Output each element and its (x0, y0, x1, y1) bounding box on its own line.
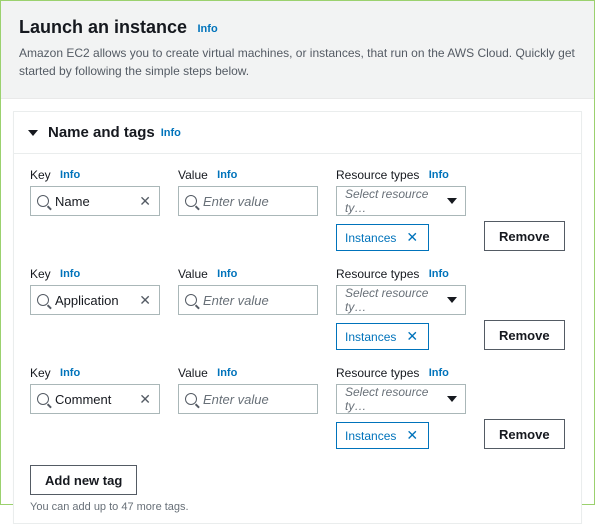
chevron-down-icon (447, 198, 457, 204)
key-label: Key Info (30, 366, 160, 380)
tags-hint: You can add up to 47 more tags. (30, 501, 565, 513)
key-input[interactable] (55, 194, 137, 209)
resource-type-chip[interactable]: Instances ✕ (336, 323, 429, 350)
key-input-wrap[interactable]: ✕ (30, 186, 160, 216)
key-label: Key Info (30, 168, 160, 182)
resource-types-select[interactable]: Select resource ty… (336, 186, 466, 216)
value-info-link[interactable]: Info (217, 268, 237, 280)
resource-types-select[interactable]: Select resource ty… (336, 384, 466, 414)
search-icon (37, 195, 49, 207)
clear-icon[interactable]: ✕ (137, 292, 153, 309)
chip-remove-icon[interactable]: ✕ (404, 229, 420, 246)
value-input[interactable] (203, 293, 311, 308)
key-input[interactable] (55, 392, 137, 407)
key-info-link[interactable]: Info (60, 268, 80, 280)
value-input[interactable] (203, 194, 311, 209)
search-icon (185, 294, 197, 306)
value-input[interactable] (203, 392, 311, 407)
tag-row: Key Info ✕ Value Info (30, 267, 565, 350)
value-label: Value Info (178, 366, 318, 380)
key-input[interactable] (55, 293, 137, 308)
panel-body: Key Info ✕ Value Info (14, 154, 581, 523)
page-title: Launch an instance (19, 17, 187, 37)
rt-info-link[interactable]: Info (429, 367, 449, 379)
value-label: Value Info (178, 168, 318, 182)
value-info-link[interactable]: Info (217, 169, 237, 181)
remove-button[interactable]: Remove (484, 419, 565, 449)
resource-types-label: Resource types Info (336, 267, 466, 281)
resource-types-label: Resource types Info (336, 168, 466, 182)
value-input-wrap[interactable] (178, 186, 318, 216)
resource-types-select[interactable]: Select resource ty… (336, 285, 466, 315)
tag-row: Key Info ✕ Value Info (30, 366, 565, 449)
name-and-tags-panel: Name and tags Info Key Info ✕ Value Info (13, 111, 582, 524)
resource-type-chip[interactable]: Instances ✕ (336, 224, 429, 251)
key-input-wrap[interactable]: ✕ (30, 285, 160, 315)
panel-info-link[interactable]: Info (161, 127, 181, 139)
key-info-link[interactable]: Info (60, 367, 80, 379)
header-info-link[interactable]: Info (198, 23, 218, 35)
key-input-wrap[interactable]: ✕ (30, 384, 160, 414)
add-new-tag-button[interactable]: Add new tag (30, 465, 137, 495)
search-icon (185, 195, 197, 207)
chevron-down-icon (447, 297, 457, 303)
search-icon (37, 393, 49, 405)
panel-header[interactable]: Name and tags Info (14, 112, 581, 154)
chip-remove-icon[interactable]: ✕ (404, 427, 420, 444)
tag-row: Key Info ✕ Value Info (30, 168, 565, 251)
rt-info-link[interactable]: Info (429, 169, 449, 181)
key-label: Key Info (30, 267, 160, 281)
page-header: Launch an instance Info Amazon EC2 allow… (1, 1, 594, 99)
chevron-down-icon (447, 396, 457, 402)
key-info-link[interactable]: Info (60, 169, 80, 181)
clear-icon[interactable]: ✕ (137, 391, 153, 408)
chip-remove-icon[interactable]: ✕ (404, 328, 420, 345)
panel-title: Name and tags (48, 124, 155, 141)
page-description: Amazon EC2 allows you to create virtual … (19, 44, 576, 80)
remove-button[interactable]: Remove (484, 320, 565, 350)
rt-info-link[interactable]: Info (429, 268, 449, 280)
value-info-link[interactable]: Info (217, 367, 237, 379)
value-input-wrap[interactable] (178, 384, 318, 414)
clear-icon[interactable]: ✕ (137, 193, 153, 210)
resource-type-chip[interactable]: Instances ✕ (336, 422, 429, 449)
remove-button[interactable]: Remove (484, 221, 565, 251)
value-label: Value Info (178, 267, 318, 281)
value-input-wrap[interactable] (178, 285, 318, 315)
chevron-down-icon (28, 130, 38, 136)
resource-types-label: Resource types Info (336, 366, 466, 380)
search-icon (185, 393, 197, 405)
search-icon (37, 294, 49, 306)
